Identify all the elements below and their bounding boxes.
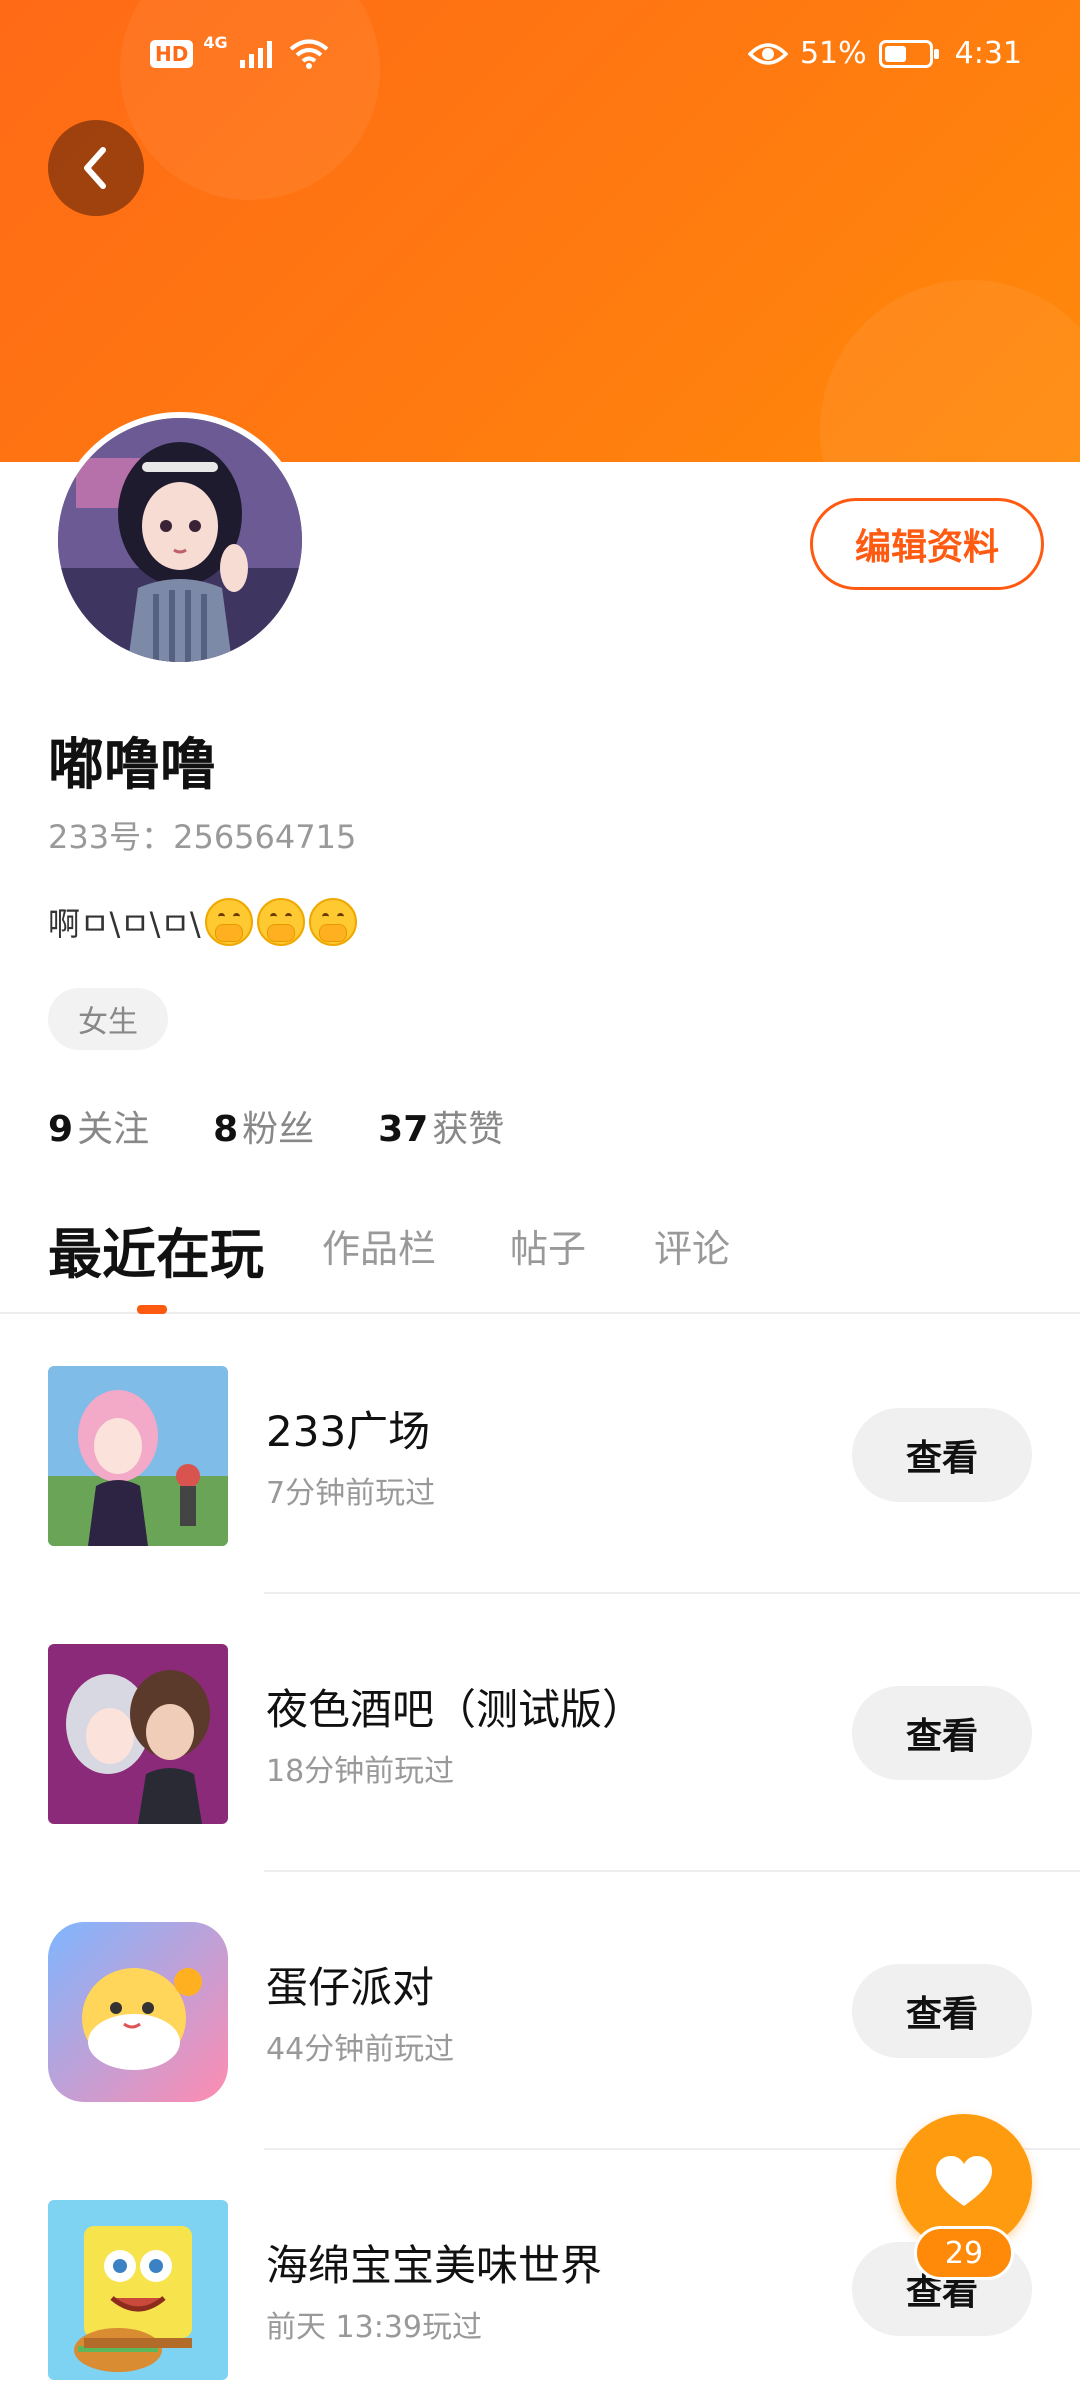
eye-icon — [747, 42, 788, 65]
back-button[interactable] — [48, 120, 144, 216]
network-type: 4G — [203, 32, 228, 52]
game-thumbnail — [48, 2200, 228, 2380]
view-button[interactable]: 查看 — [852, 1964, 1032, 2058]
tab-works[interactable]: 作品栏 — [322, 1218, 436, 1273]
gender-tag: 女生 — [48, 988, 168, 1050]
face-with-hand-over-mouth-icon — [256, 898, 305, 946]
game-last-played: 7分钟前玩过 — [266, 1476, 436, 1511]
user-id-label: 233号： — [48, 818, 174, 856]
game-name: 蛋仔派对 — [266, 1963, 435, 2012]
game-last-played: 18分钟前玩过 — [266, 1754, 455, 1789]
user-id: 233号：256564715 — [48, 812, 356, 858]
game-name: 夜色酒吧（测试版） — [266, 1685, 645, 1734]
edit-profile-button[interactable]: 编辑资料 — [810, 498, 1044, 590]
tab-comments[interactable]: 评论 — [654, 1218, 730, 1273]
battery-percent: 51% — [799, 36, 867, 71]
stat-followers-label: 粉丝 — [242, 1109, 315, 1150]
hd-badge: HD — [150, 40, 194, 68]
stats-row: 9 关注 8 粉丝 37 获赞 — [48, 1100, 504, 1152]
stat-likes-count: 37 — [378, 1109, 429, 1150]
game-thumbnail — [48, 1922, 228, 2102]
stat-followers-count: 8 — [213, 1109, 239, 1150]
face-with-hand-over-mouth-icon — [204, 898, 253, 946]
active-tab-indicator — [137, 1305, 167, 1314]
user-id-value: 256564715 — [173, 818, 357, 856]
game-name: 233广场 — [266, 1407, 431, 1456]
battery-icon — [878, 39, 939, 68]
tab-recently-played[interactable]: 最近在玩 — [48, 1210, 264, 1289]
stat-following-label: 关注 — [77, 1109, 150, 1150]
wifi-icon — [289, 39, 328, 69]
clock: 4:31 — [954, 36, 1022, 71]
header-decoration — [820, 280, 1080, 462]
avatar-illustration — [58, 418, 302, 662]
stat-following-count: 9 — [48, 1109, 74, 1150]
game-last-played: 44分钟前玩过 — [266, 2032, 455, 2067]
profile-tabs: 最近在玩 作品栏 帖子 评论 — [0, 1210, 1080, 1314]
list-item[interactable]: 夜色酒吧（测试版） 18分钟前玩过 查看 — [0, 1594, 1080, 1872]
stat-followers[interactable]: 8 粉丝 — [213, 1100, 314, 1152]
game-thumbnail — [48, 1644, 228, 1824]
like-count-badge: 29 — [914, 2226, 1014, 2280]
stat-following[interactable]: 9 关注 — [48, 1100, 149, 1152]
bio: 啊ㅁ\ㅁ\ㅁ\ — [48, 898, 357, 946]
game-last-played: 前天 13:39玩过 — [266, 2310, 482, 2345]
status-bar: HD 4G 51% 4:31 — [0, 0, 1080, 120]
stat-likes-label: 获赞 — [432, 1109, 505, 1150]
status-left: HD 4G — [150, 33, 330, 70]
face-with-hand-over-mouth-icon — [308, 898, 357, 946]
list-item[interactable]: 233广场 7分钟前玩过 查看 — [0, 1316, 1080, 1594]
nickname: 嘟噜噜 — [48, 733, 216, 798]
status-right: 51% 4:31 — [747, 36, 1022, 71]
heart-icon — [936, 2156, 992, 2206]
tab-posts[interactable]: 帖子 — [510, 1218, 586, 1273]
avatar[interactable] — [52, 412, 308, 668]
view-button[interactable]: 查看 — [852, 1686, 1032, 1780]
chevron-left-icon — [84, 147, 106, 189]
game-name: 海绵宝宝美味世界 — [266, 2241, 603, 2290]
game-thumbnail — [48, 1366, 228, 1546]
bio-text: 啊ㅁ\ㅁ\ㅁ\ — [48, 905, 201, 943]
list-item[interactable]: 蛋仔派对 44分钟前玩过 查看 — [0, 1872, 1080, 2150]
signal-icon — [239, 41, 272, 68]
stat-likes[interactable]: 37 获赞 — [378, 1100, 504, 1152]
view-button[interactable]: 查看 — [852, 1408, 1032, 1502]
